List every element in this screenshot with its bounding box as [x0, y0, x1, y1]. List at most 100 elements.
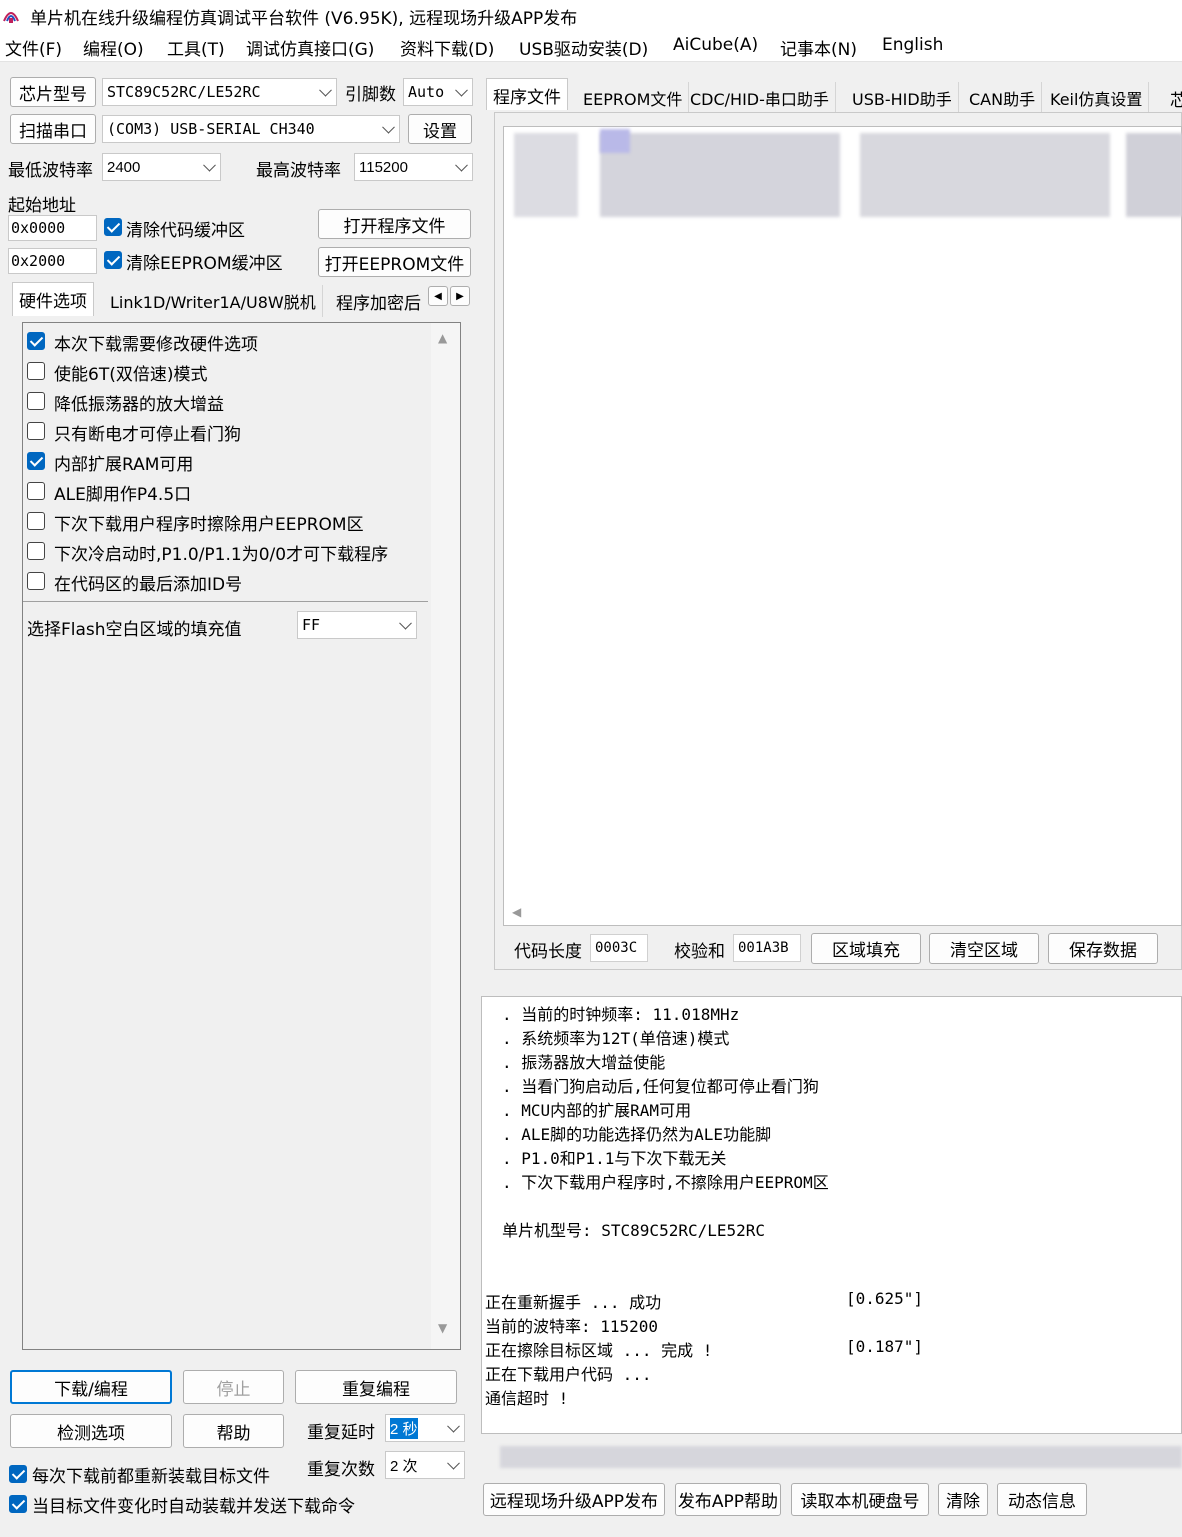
start-address-label: 起始地址: [8, 196, 76, 216]
scroll-up-icon[interactable]: ▲: [438, 331, 447, 345]
tab-eeprom-file[interactable]: EEPROM文件: [577, 82, 690, 114]
stop-button[interactable]: 停止: [183, 1370, 284, 1404]
port-select[interactable]: (COM3) USB-SERIAL CH340: [102, 115, 400, 143]
option-label: ALE脚用作P4.5口: [54, 485, 192, 505]
repeat-program-button[interactable]: 重复编程: [295, 1370, 457, 1404]
repeat-delay-value: 2 秒: [390, 1417, 418, 1439]
pins-select[interactable]: Auto: [403, 78, 473, 106]
code-address-input[interactable]: 0x0000: [8, 215, 97, 241]
menu-notepad[interactable]: 记事本(N): [780, 35, 857, 60]
max-baud-select[interactable]: 115200: [354, 153, 473, 181]
chip-select[interactable]: STC89C52RC/LE52RC: [102, 78, 337, 106]
log-line: . 当看门狗启动后,任何复位都可停止看门狗: [502, 1077, 819, 1096]
settings-button[interactable]: 设置: [408, 114, 472, 144]
clear-eeprom-checkbox[interactable]: [104, 251, 122, 269]
chip-type-button[interactable]: 芯片型号: [10, 77, 96, 107]
tab-can[interactable]: CAN助手: [963, 82, 1043, 114]
option-checkbox[interactable]: [27, 572, 45, 590]
hex-view[interactable]: ◀: [503, 126, 1182, 926]
publish-app-help-button[interactable]: 发布APP帮助: [675, 1483, 781, 1516]
option-checkbox[interactable]: [27, 512, 45, 530]
fill-value-select[interactable]: FF: [297, 611, 417, 639]
option-checkbox[interactable]: [27, 392, 45, 410]
hex-ascii-column: [1126, 133, 1182, 217]
option-label: 在代码区的最后添加ID号: [54, 575, 243, 595]
repeat-delay-select[interactable]: 2 秒: [385, 1414, 465, 1442]
option-checkbox[interactable]: [27, 452, 45, 470]
tab-more[interactable]: 芯: [1170, 82, 1182, 115]
save-data-button[interactable]: 保存数据: [1048, 933, 1158, 964]
scroll-down-icon[interactable]: ▼: [438, 1321, 447, 1335]
option-label: 内部扩展RAM可用: [54, 455, 194, 475]
max-baud-label: 最高波特率: [256, 161, 341, 181]
log-line: . P1.0和P1.1与下次下载无关: [502, 1149, 727, 1168]
menu-file[interactable]: 文件(F): [5, 35, 62, 60]
scroll-left-icon[interactable]: ◀: [512, 905, 521, 919]
clear-code-checkbox[interactable]: [104, 218, 122, 236]
menu-usb-driver[interactable]: USB驱动安装(D): [519, 35, 648, 60]
scrollbar[interactable]: ▲ ▼: [431, 323, 460, 1349]
eeprom-address-input[interactable]: 0x2000: [8, 248, 97, 274]
repeat-count-select[interactable]: 2 次: [385, 1451, 465, 1479]
tab-scroll-left-icon[interactable]: ◀: [428, 286, 448, 306]
clear-log-button[interactable]: 清除: [938, 1483, 988, 1516]
fill-value: FF: [302, 616, 321, 634]
log-line: . 下次下载用户程序时,不擦除用户EEPROM区: [502, 1173, 829, 1192]
option-checkbox[interactable]: [27, 362, 45, 380]
tab-link1d[interactable]: Link1D/Writer1A/U8W脱机: [104, 285, 323, 317]
tab-keil[interactable]: Keil仿真设置: [1044, 82, 1150, 114]
checksum-label: 校验和: [674, 942, 725, 962]
chevron-down-icon: [399, 616, 412, 630]
log-line: 单片机型号: STC89C52RC/LE52RC: [502, 1221, 766, 1240]
menu-downloads[interactable]: 资料下载(D): [400, 35, 494, 60]
menu-tools[interactable]: 工具(T): [167, 35, 225, 60]
menu-program[interactable]: 编程(O): [83, 35, 144, 60]
title-bar: 单片机在线升级编程仿真调试平台软件 (V6.95K), 远程现场升级APP发布: [0, 0, 1182, 32]
log-status-text: 正在重新握手 ... 成功: [485, 1293, 662, 1312]
min-baud-select[interactable]: 2400: [102, 153, 221, 181]
tab-scroll-right-icon[interactable]: ▶: [450, 286, 470, 306]
repeat-count-label: 重复次数: [307, 1460, 375, 1480]
tab-usb-hid[interactable]: USB-HID助手: [846, 82, 959, 114]
max-baud-value: 115200: [359, 158, 408, 176]
chevron-down-icon: [447, 1419, 460, 1433]
option-label: 下次下载用户程序时擦除用户EEPROM区: [54, 515, 364, 535]
menu-english[interactable]: English: [882, 35, 943, 55]
dynamic-info-button[interactable]: 动态信息: [997, 1483, 1087, 1516]
auto-load-checkbox[interactable]: [9, 1495, 27, 1513]
open-eeprom-file-button[interactable]: 打开EEPROM文件: [318, 247, 471, 277]
download-program-button[interactable]: 下载/编程: [10, 1370, 172, 1404]
tab-hardware-options[interactable]: 硬件选项: [12, 282, 94, 316]
chevron-down-icon: [455, 83, 468, 97]
open-program-file-button[interactable]: 打开程序文件: [318, 209, 471, 239]
chevron-down-icon: [319, 83, 332, 97]
remote-upgrade-button[interactable]: 远程现场升级APP发布: [483, 1483, 665, 1516]
tab-program-file[interactable]: 程序文件: [486, 78, 568, 110]
option-checkbox[interactable]: [27, 542, 45, 560]
log-line: . ALE脚的功能选择仍然为ALE功能脚: [502, 1125, 772, 1144]
help-button[interactable]: 帮助: [183, 1414, 284, 1448]
auto-load-label: 当目标文件变化时自动装载并发送下载命令: [32, 1497, 355, 1517]
clear-region-button[interactable]: 清空区域: [929, 933, 1039, 964]
reload-checkbox[interactable]: [9, 1465, 27, 1483]
output-log[interactable]: . 当前的时钟频率: 11.018MHz . 系统频率为12T(单倍速)模式 .…: [481, 996, 1182, 1434]
option-checkbox[interactable]: [27, 482, 45, 500]
scan-port-button[interactable]: 扫描串口: [10, 114, 96, 144]
code-length-value: 0003C: [590, 934, 648, 962]
menu-debug[interactable]: 调试仿真接口(G): [246, 35, 374, 60]
option-checkbox[interactable]: [27, 422, 45, 440]
menu-bar: 文件(F) 编程(O) 工具(T) 调试仿真接口(G) 资料下载(D) USB驱…: [0, 32, 1182, 62]
log-line: . 振荡器放大增益使能: [502, 1053, 666, 1072]
option-checkbox[interactable]: [27, 332, 45, 350]
menu-aicube[interactable]: AiCube(A): [673, 35, 758, 55]
chip-select-value: STC89C52RC/LE52RC: [107, 83, 261, 101]
tab-encryption[interactable]: 程序加密后: [330, 285, 426, 318]
log-line: . 当前的时钟频率: 11.018MHz: [502, 1005, 740, 1024]
fill-region-button[interactable]: 区域填充: [811, 933, 921, 964]
read-disk-id-button[interactable]: 读取本机硬盘号: [791, 1483, 929, 1516]
log-line: . MCU内部的扩展RAM可用: [502, 1101, 692, 1120]
tab-serial-helper[interactable]: CDC/HID-串口助手: [684, 82, 836, 114]
clear-code-label: 清除代码缓冲区: [126, 221, 245, 241]
check-options-button[interactable]: 检测选项: [10, 1414, 172, 1448]
pins-value: Auto: [408, 83, 445, 101]
